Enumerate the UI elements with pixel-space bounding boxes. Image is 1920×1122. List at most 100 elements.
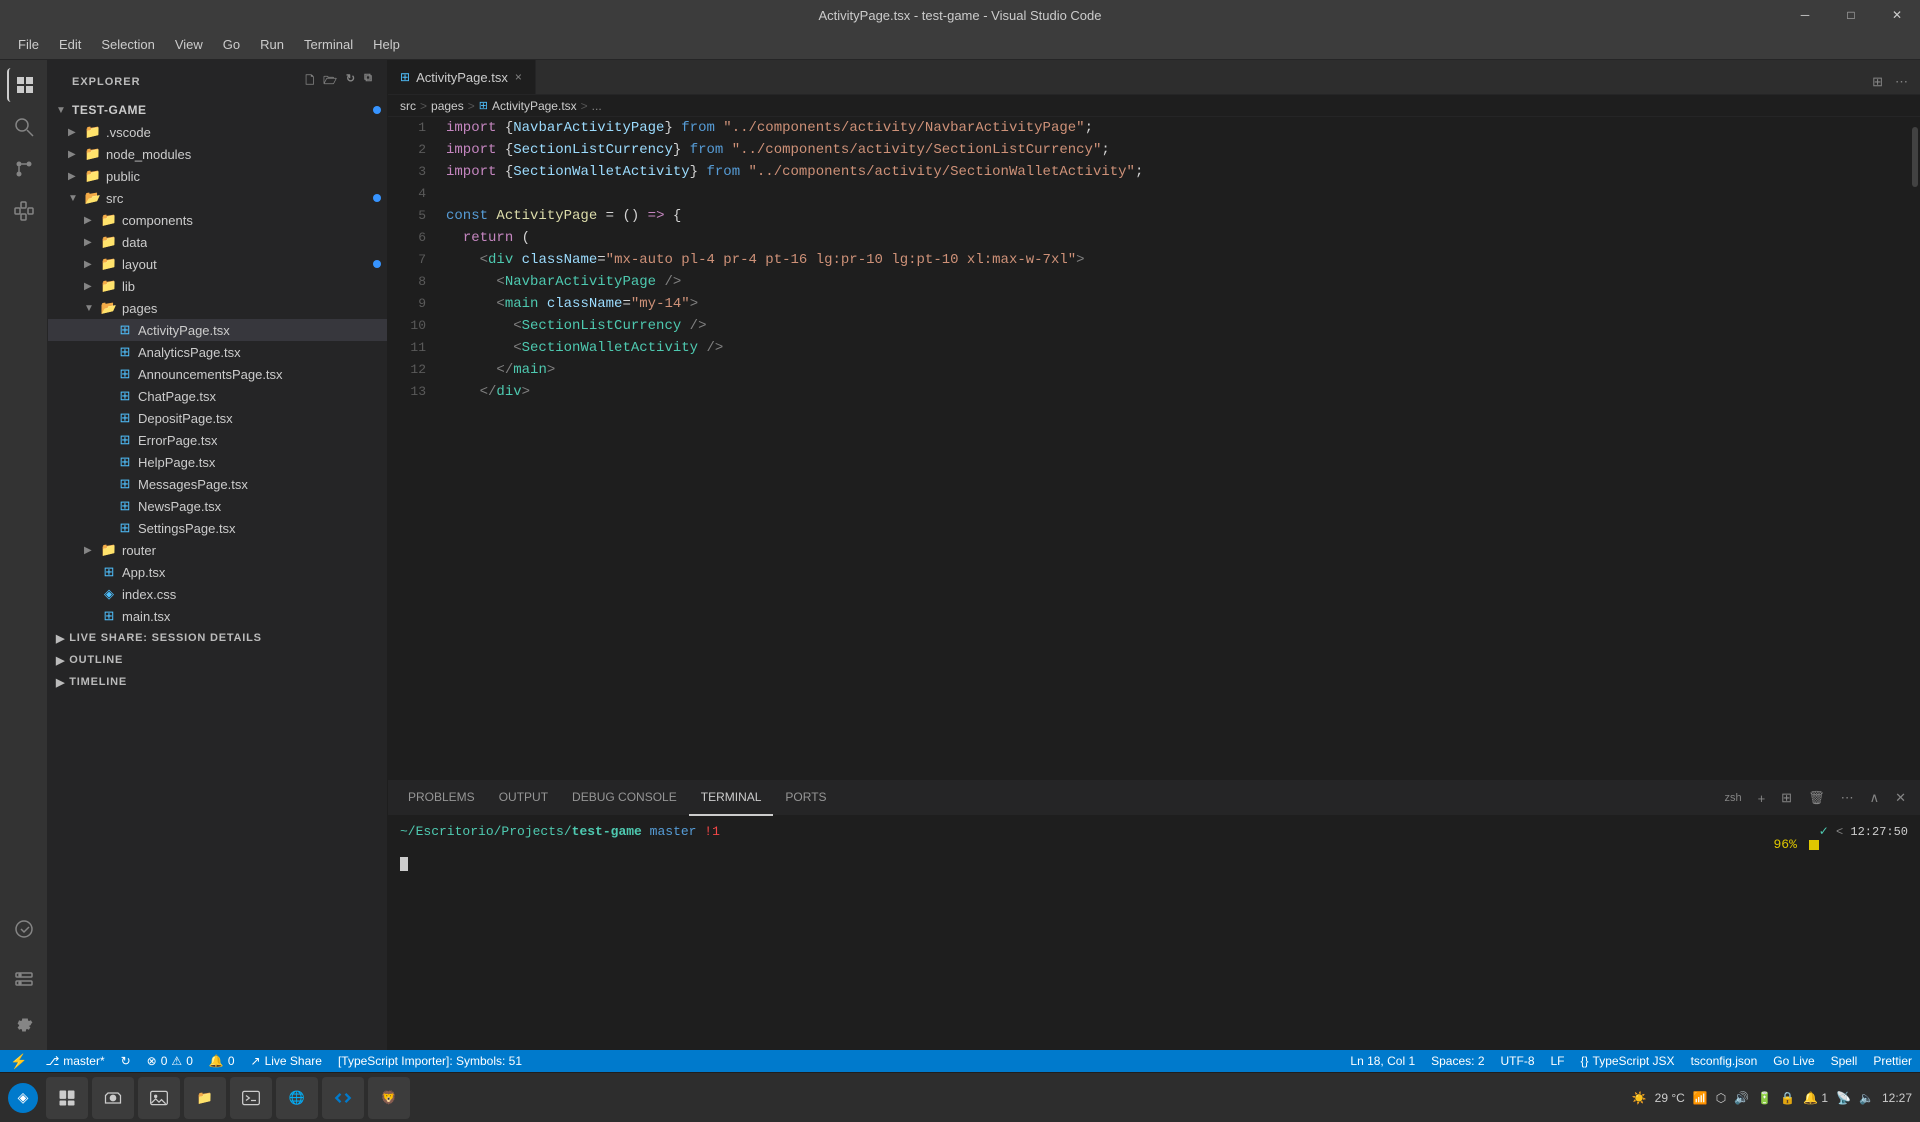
tab-activity-page[interactable]: ⊞ ActivityPage.tsx × [388, 60, 536, 94]
search-activity-icon[interactable] [7, 110, 41, 144]
spell-status[interactable]: Spell [1823, 1050, 1866, 1072]
menu-go[interactable]: Go [215, 33, 248, 56]
extensions-icon[interactable] [7, 194, 41, 228]
encoding-status[interactable]: UTF-8 [1493, 1050, 1543, 1072]
more-terminal-button[interactable]: ⋯ [1835, 786, 1860, 810]
tree-item-public[interactable]: ▶ 📁 public [48, 165, 387, 187]
new-terminal-button[interactable]: + [1752, 787, 1772, 810]
go-live-label: Go Live [1773, 1054, 1814, 1068]
menu-help[interactable]: Help [365, 33, 408, 56]
tree-item-index-css[interactable]: ▶ ◈ index.css [48, 583, 387, 605]
tab-close-button[interactable]: × [514, 69, 523, 85]
tree-item-components[interactable]: ▶ 📁 components [48, 209, 387, 231]
branch-status[interactable]: ⎇ master* [37, 1050, 112, 1072]
tree-root[interactable]: ▼ TEST-GAME [48, 99, 387, 121]
liveshare-icon[interactable] [7, 912, 41, 946]
taskbar-terminal[interactable] [230, 1077, 272, 1119]
breadcrumb-file[interactable]: ⊞ActivityPage.tsx [479, 99, 577, 113]
tab-output[interactable]: OUTPUT [487, 781, 560, 816]
tsx-file-icon: ⊞ [116, 387, 134, 405]
taskbar-image[interactable] [138, 1077, 180, 1119]
tree-item-data[interactable]: ▶ 📁 data [48, 231, 387, 253]
tree-item-router[interactable]: ▶ 📁 router [48, 539, 387, 561]
tree-item-layout[interactable]: ▶ 📁 layout [48, 253, 387, 275]
error-icon: ⊗ [147, 1054, 157, 1068]
notification-status[interactable]: 🔔 0 [201, 1050, 243, 1072]
explorer-icon[interactable] [7, 68, 41, 102]
source-control-icon[interactable] [7, 152, 41, 186]
tab-ports[interactable]: PORTS [773, 781, 838, 816]
taskbar-code[interactable] [322, 1077, 364, 1119]
tree-item-error-page[interactable]: ▶ ⊞ ErrorPage.tsx [48, 429, 387, 451]
language-mode-status[interactable]: {} TypeScript JSX [1573, 1050, 1683, 1072]
remote-explorer-icon[interactable] [7, 962, 41, 996]
menu-terminal[interactable]: Terminal [296, 33, 361, 56]
tree-item-main[interactable]: ▶ ⊞ main.tsx [48, 605, 387, 627]
close-terminal-button[interactable]: ✕ [1889, 786, 1912, 810]
line-ending-status[interactable]: LF [1543, 1050, 1573, 1072]
tree-item-help-page[interactable]: ▶ ⊞ HelpPage.tsx [48, 451, 387, 473]
tree-item-announcements-page[interactable]: ▶ ⊞ AnnouncementsPage.tsx [48, 363, 387, 385]
code-editor[interactable]: 1 2 3 4 5 6 7 8 9 10 11 12 13 import {Na… [388, 117, 1920, 780]
taskbar-files[interactable] [46, 1077, 88, 1119]
tree-item-analytics-page[interactable]: ▶ ⊞ AnalyticsPage.tsx [48, 341, 387, 363]
tree-item-news-page[interactable]: ▶ ⊞ NewsPage.tsx [48, 495, 387, 517]
taskbar-camera[interactable] [92, 1077, 134, 1119]
minimize-button[interactable]: ─ [1782, 0, 1828, 30]
go-live-status[interactable]: Go Live [1765, 1050, 1822, 1072]
maximize-terminal-button[interactable]: ∧ [1864, 786, 1886, 810]
breadcrumb-pages[interactable]: pages [431, 99, 464, 113]
position-status[interactable]: Ln 18, Col 1 [1342, 1050, 1423, 1072]
breadcrumb-src[interactable]: src [400, 99, 416, 113]
editor-scrollbar[interactable] [1910, 117, 1920, 780]
spaces-status[interactable]: Spaces: 2 [1423, 1050, 1492, 1072]
trash-button[interactable]: 🗑 [1802, 786, 1831, 810]
live-share-status[interactable]: ↗ Live Share [243, 1050, 330, 1072]
tree-item-node-modules[interactable]: ▶ 📁 node_modules [48, 143, 387, 165]
tree-item-activity-page[interactable]: ▶ ⊞ ActivityPage.tsx [48, 319, 387, 341]
new-file-button[interactable]: 🗋 [303, 70, 317, 93]
menu-edit[interactable]: Edit [51, 33, 89, 56]
system-logo[interactable]: ◈ [8, 1083, 38, 1113]
live-share-section[interactable]: ▶ LIVE SHARE: SESSION DETAILS [48, 627, 387, 649]
split-editor-button[interactable]: ⊞ [1868, 70, 1887, 94]
tab-terminal[interactable]: TERMINAL [689, 781, 774, 816]
split-terminal-button[interactable]: ⊞ [1775, 786, 1798, 810]
tree-item-app[interactable]: ▶ ⊞ App.tsx [48, 561, 387, 583]
chevron-icon: ▶ [56, 654, 65, 667]
prettier-status[interactable]: Prettier [1865, 1050, 1920, 1072]
taskbar-brave[interactable]: 🦁 [368, 1077, 410, 1119]
menu-run[interactable]: Run [252, 33, 292, 56]
maximize-button[interactable]: □ [1828, 0, 1874, 30]
tree-item-chat-page[interactable]: ▶ ⊞ ChatPage.tsx [48, 385, 387, 407]
more-actions-button[interactable]: ⋯ [1891, 70, 1912, 94]
tree-item-vscode[interactable]: ▶ 📁 .vscode [48, 121, 387, 143]
tree-item-lib[interactable]: ▶ 📁 lib [48, 275, 387, 297]
outline-section[interactable]: ▶ OUTLINE [48, 649, 387, 671]
menu-view[interactable]: View [167, 33, 211, 56]
remote-button[interactable]: ⚡ [0, 1050, 37, 1072]
close-button[interactable]: ✕ [1874, 0, 1920, 30]
tree-item-deposit-page[interactable]: ▶ ⊞ DepositPage.tsx [48, 407, 387, 429]
settings-icon[interactable] [7, 1008, 41, 1042]
ts-importer-status[interactable]: [TypeScript Importer]: Symbols: 51 [330, 1050, 530, 1072]
scrollbar-thumb[interactable] [1912, 127, 1918, 187]
tab-debug-console[interactable]: DEBUG CONSOLE [560, 781, 689, 816]
terminal-body[interactable]: ~/Escritorio/Projects/test-game master !… [388, 816, 1920, 1050]
tree-item-messages-page[interactable]: ▶ ⊞ MessagesPage.tsx [48, 473, 387, 495]
new-folder-button[interactable]: 🗁 [321, 70, 340, 93]
sync-status[interactable]: ↻ [113, 1050, 139, 1072]
timeline-section[interactable]: ▶ TIMELINE [48, 671, 387, 693]
refresh-button[interactable]: ↻ [344, 70, 358, 93]
errors-status[interactable]: ⊗ 0 ⚠ 0 [139, 1050, 201, 1072]
menu-selection[interactable]: Selection [93, 33, 162, 56]
collapse-button[interactable]: ⧉ [362, 70, 375, 93]
taskbar-folder[interactable]: 📁 [184, 1077, 226, 1119]
tree-item-src[interactable]: ▼ 📂 src [48, 187, 387, 209]
tsconfig-status[interactable]: tsconfig.json [1683, 1050, 1766, 1072]
menu-file[interactable]: File [10, 33, 47, 56]
taskbar-browser[interactable]: 🌐 [276, 1077, 318, 1119]
tab-problems[interactable]: PROBLEMS [396, 781, 487, 816]
tree-item-pages[interactable]: ▼ 📂 pages [48, 297, 387, 319]
tree-item-settings-page[interactable]: ▶ ⊞ SettingsPage.tsx [48, 517, 387, 539]
